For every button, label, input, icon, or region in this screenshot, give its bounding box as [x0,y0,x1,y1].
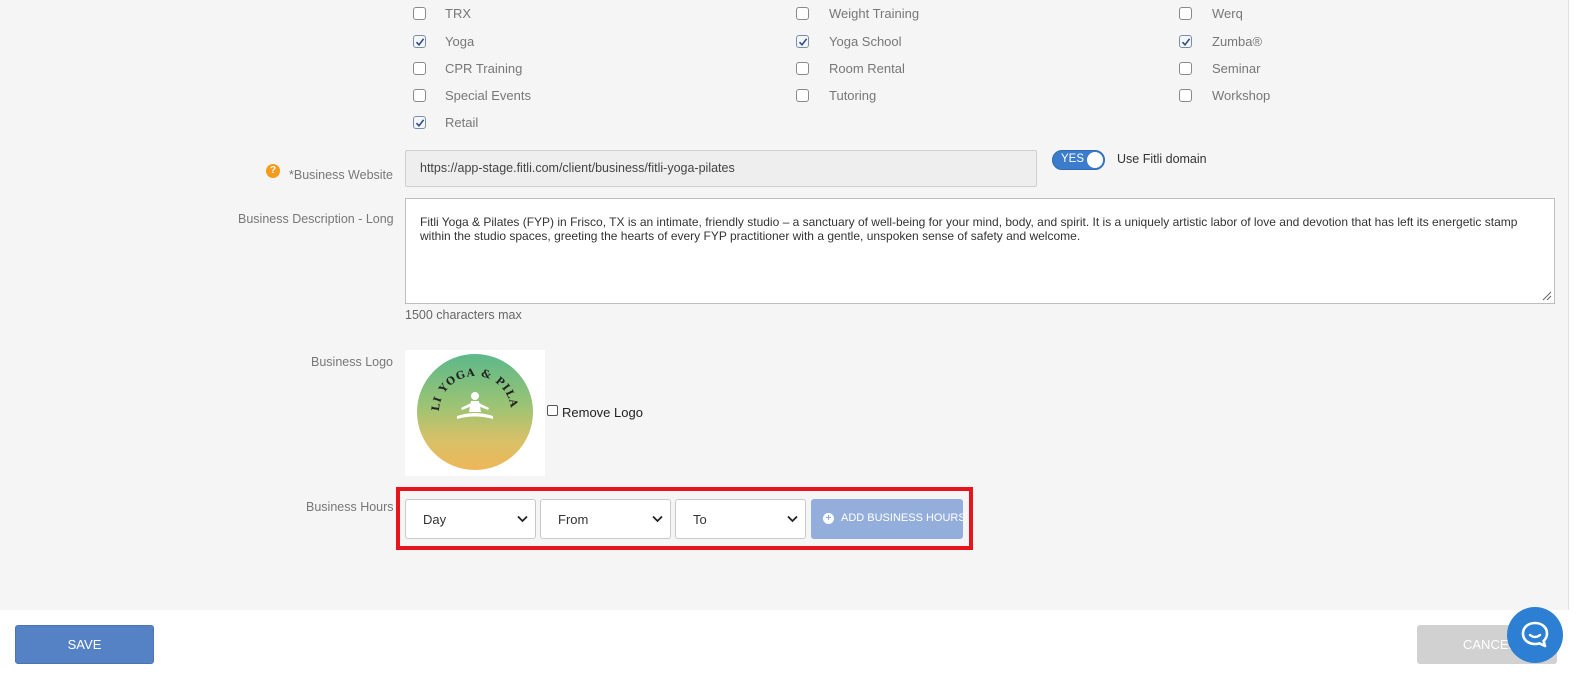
category-label: Retail [445,115,479,130]
category-checkbox[interactable] [1179,62,1192,75]
resize-grip-icon[interactable] [1542,291,1552,301]
chevron-down-icon [652,515,663,523]
category-checkbox[interactable] [796,62,809,75]
logo-image: FITLI YOGA & PILATES [400,341,533,470]
category-label: Werq [1212,6,1243,21]
category-label: CPR Training [445,61,523,76]
category-label: Workshop [1212,88,1271,103]
from-select[interactable]: From [540,499,671,539]
checkmark-icon [415,119,425,128]
to-select-value: To [693,512,707,527]
chat-button[interactable] [1507,607,1563,663]
website-label: *Business Website [289,168,393,182]
category-checkbox[interactable] [796,35,809,48]
to-select[interactable]: To [675,499,806,539]
checkmark-icon [415,38,425,47]
category-label: Tutoring [829,88,877,103]
category-checkbox[interactable] [1179,7,1192,20]
category-checkbox[interactable] [796,89,809,102]
plus-circle-icon: + [823,513,834,524]
chat-icon [1521,621,1549,648]
chevron-down-icon [787,515,798,523]
day-select-value: Day [423,512,447,527]
website-field[interactable]: https://app-stage.fitli.com/client/busin… [405,150,1037,187]
category-label: Yoga School [829,34,902,49]
category-checkbox[interactable] [413,7,426,20]
hours-label: Business Hours [306,500,394,514]
category-label: Zumba® [1212,34,1263,49]
category-label: Room Rental [829,61,905,76]
category-checkbox[interactable] [1179,89,1192,102]
fitli-domain-toggle[interactable]: YES [1052,150,1105,170]
category-checkbox[interactable] [1179,35,1192,48]
category-label: Weight Training [829,6,920,21]
checkmark-icon [1181,38,1191,47]
help-icon[interactable]: ? [266,164,280,178]
category-checkbox[interactable] [413,35,426,48]
day-select[interactable]: Day [405,499,536,539]
remove-logo-label: Remove Logo [562,405,643,420]
description-textarea[interactable]: Fitli Yoga & Pilates (FYP) in Frisco, TX… [405,198,1555,304]
description-label: Business Description - Long [238,212,394,226]
toggle-knob [1087,152,1103,168]
category-label: Special Events [445,88,531,103]
add-business-hours-label: ADD BUSINESS HOURS [841,512,966,524]
save-button[interactable]: SAVE [15,625,154,664]
toggle-state-text: YES [1061,153,1085,165]
add-business-hours-button[interactable]: + ADD BUSINESS HOURS [811,499,966,539]
fitli-domain-label: Use Fitli domain [1117,152,1207,166]
business-logo: FITLI YOGA & PILATES [400,341,545,476]
category-label: Yoga [445,34,475,49]
checkmark-icon [798,38,808,47]
description-text: Fitli Yoga & Pilates (FYP) in Frisco, TX… [420,215,1518,243]
category-label: TRX [445,6,471,21]
category-checkbox[interactable] [413,62,426,75]
logo-label: Business Logo [311,355,394,369]
category-label: Seminar [1212,61,1261,76]
category-checkbox[interactable] [796,7,809,20]
category-checkbox[interactable] [413,116,426,129]
remove-logo-checkbox[interactable] [547,405,558,416]
chevron-down-icon [517,515,528,523]
from-select-value: From [558,512,589,527]
category-checkbox[interactable] [413,89,426,102]
description-char-hint: 1500 characters max [405,308,522,322]
